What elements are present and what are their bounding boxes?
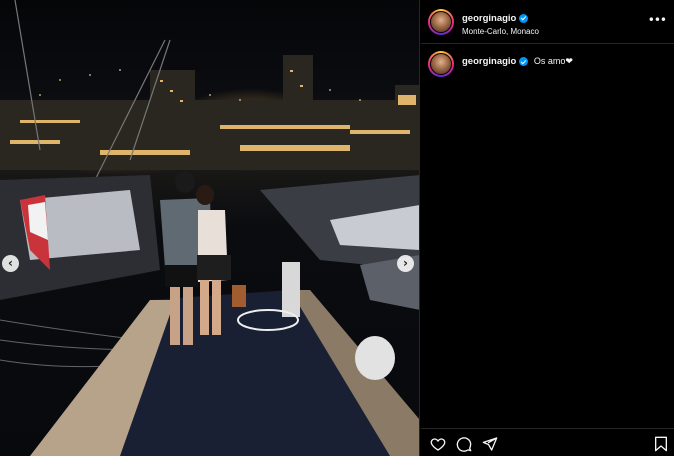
media-photo [0,0,419,456]
share-icon[interactable] [482,436,498,452]
more-options-icon[interactable]: ••• [648,13,667,27]
caption-avatar[interactable] [428,51,454,77]
chevron-left-icon[interactable]: ‹ [2,255,19,272]
heart-icon[interactable] [430,436,446,452]
username-text[interactable]: georginagio [462,13,516,25]
profile-avatar[interactable] [428,8,454,35]
caption-text: Os amo❤ [533,56,573,66]
bookmark-icon[interactable] [654,436,668,452]
post-header: georginagio Monte-Carlo, Monaco ••• [421,0,674,44]
verified-badge-icon [519,13,529,23]
caption-username-text[interactable]: georginagio [462,56,516,67]
caption-username[interactable]: georginagio [462,56,529,67]
comment-icon[interactable] [456,436,472,452]
post-media[interactable]: ‹ › [0,0,420,456]
chevron-right-icon[interactable]: › [397,255,414,272]
post-side-panel: georginagio Monte-Carlo, Monaco ••• geor… [421,0,674,456]
verified-badge-icon [519,57,529,66]
action-bar [421,428,674,456]
location-link[interactable]: Monte-Carlo, Monaco [462,27,539,37]
caption: georginagio Os amo❤ [428,51,573,77]
username-link[interactable]: georginagio [462,13,529,25]
